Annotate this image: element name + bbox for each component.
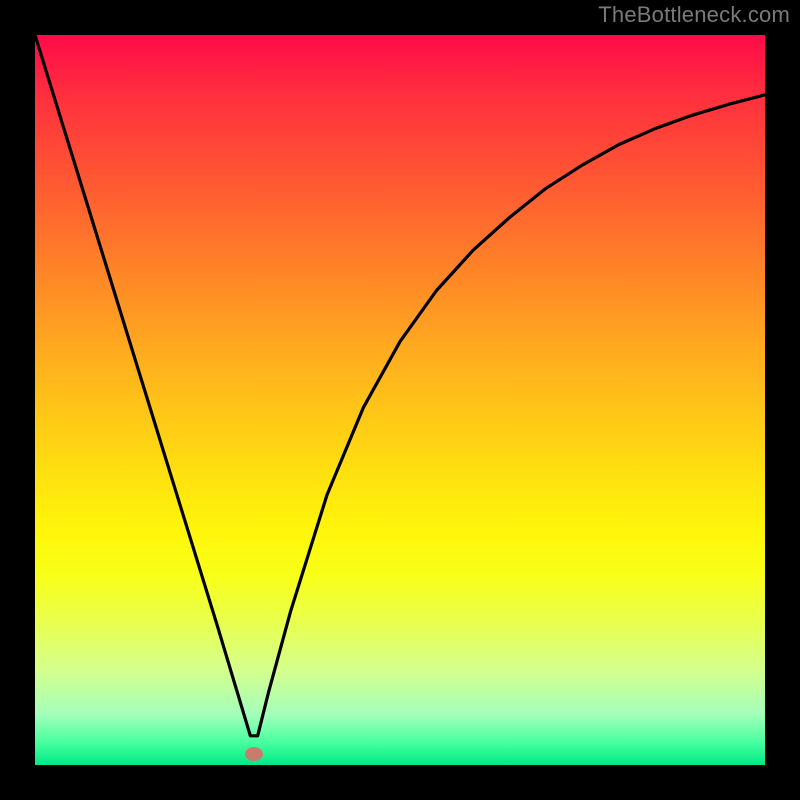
watermark-text: TheBottleneck.com [598,2,790,28]
bottleneck-curve-path [35,35,765,736]
plot-area [35,35,765,765]
chart-frame: TheBottleneck.com [0,0,800,800]
optimal-point-marker [245,747,263,761]
bottleneck-curve-svg [35,35,765,765]
